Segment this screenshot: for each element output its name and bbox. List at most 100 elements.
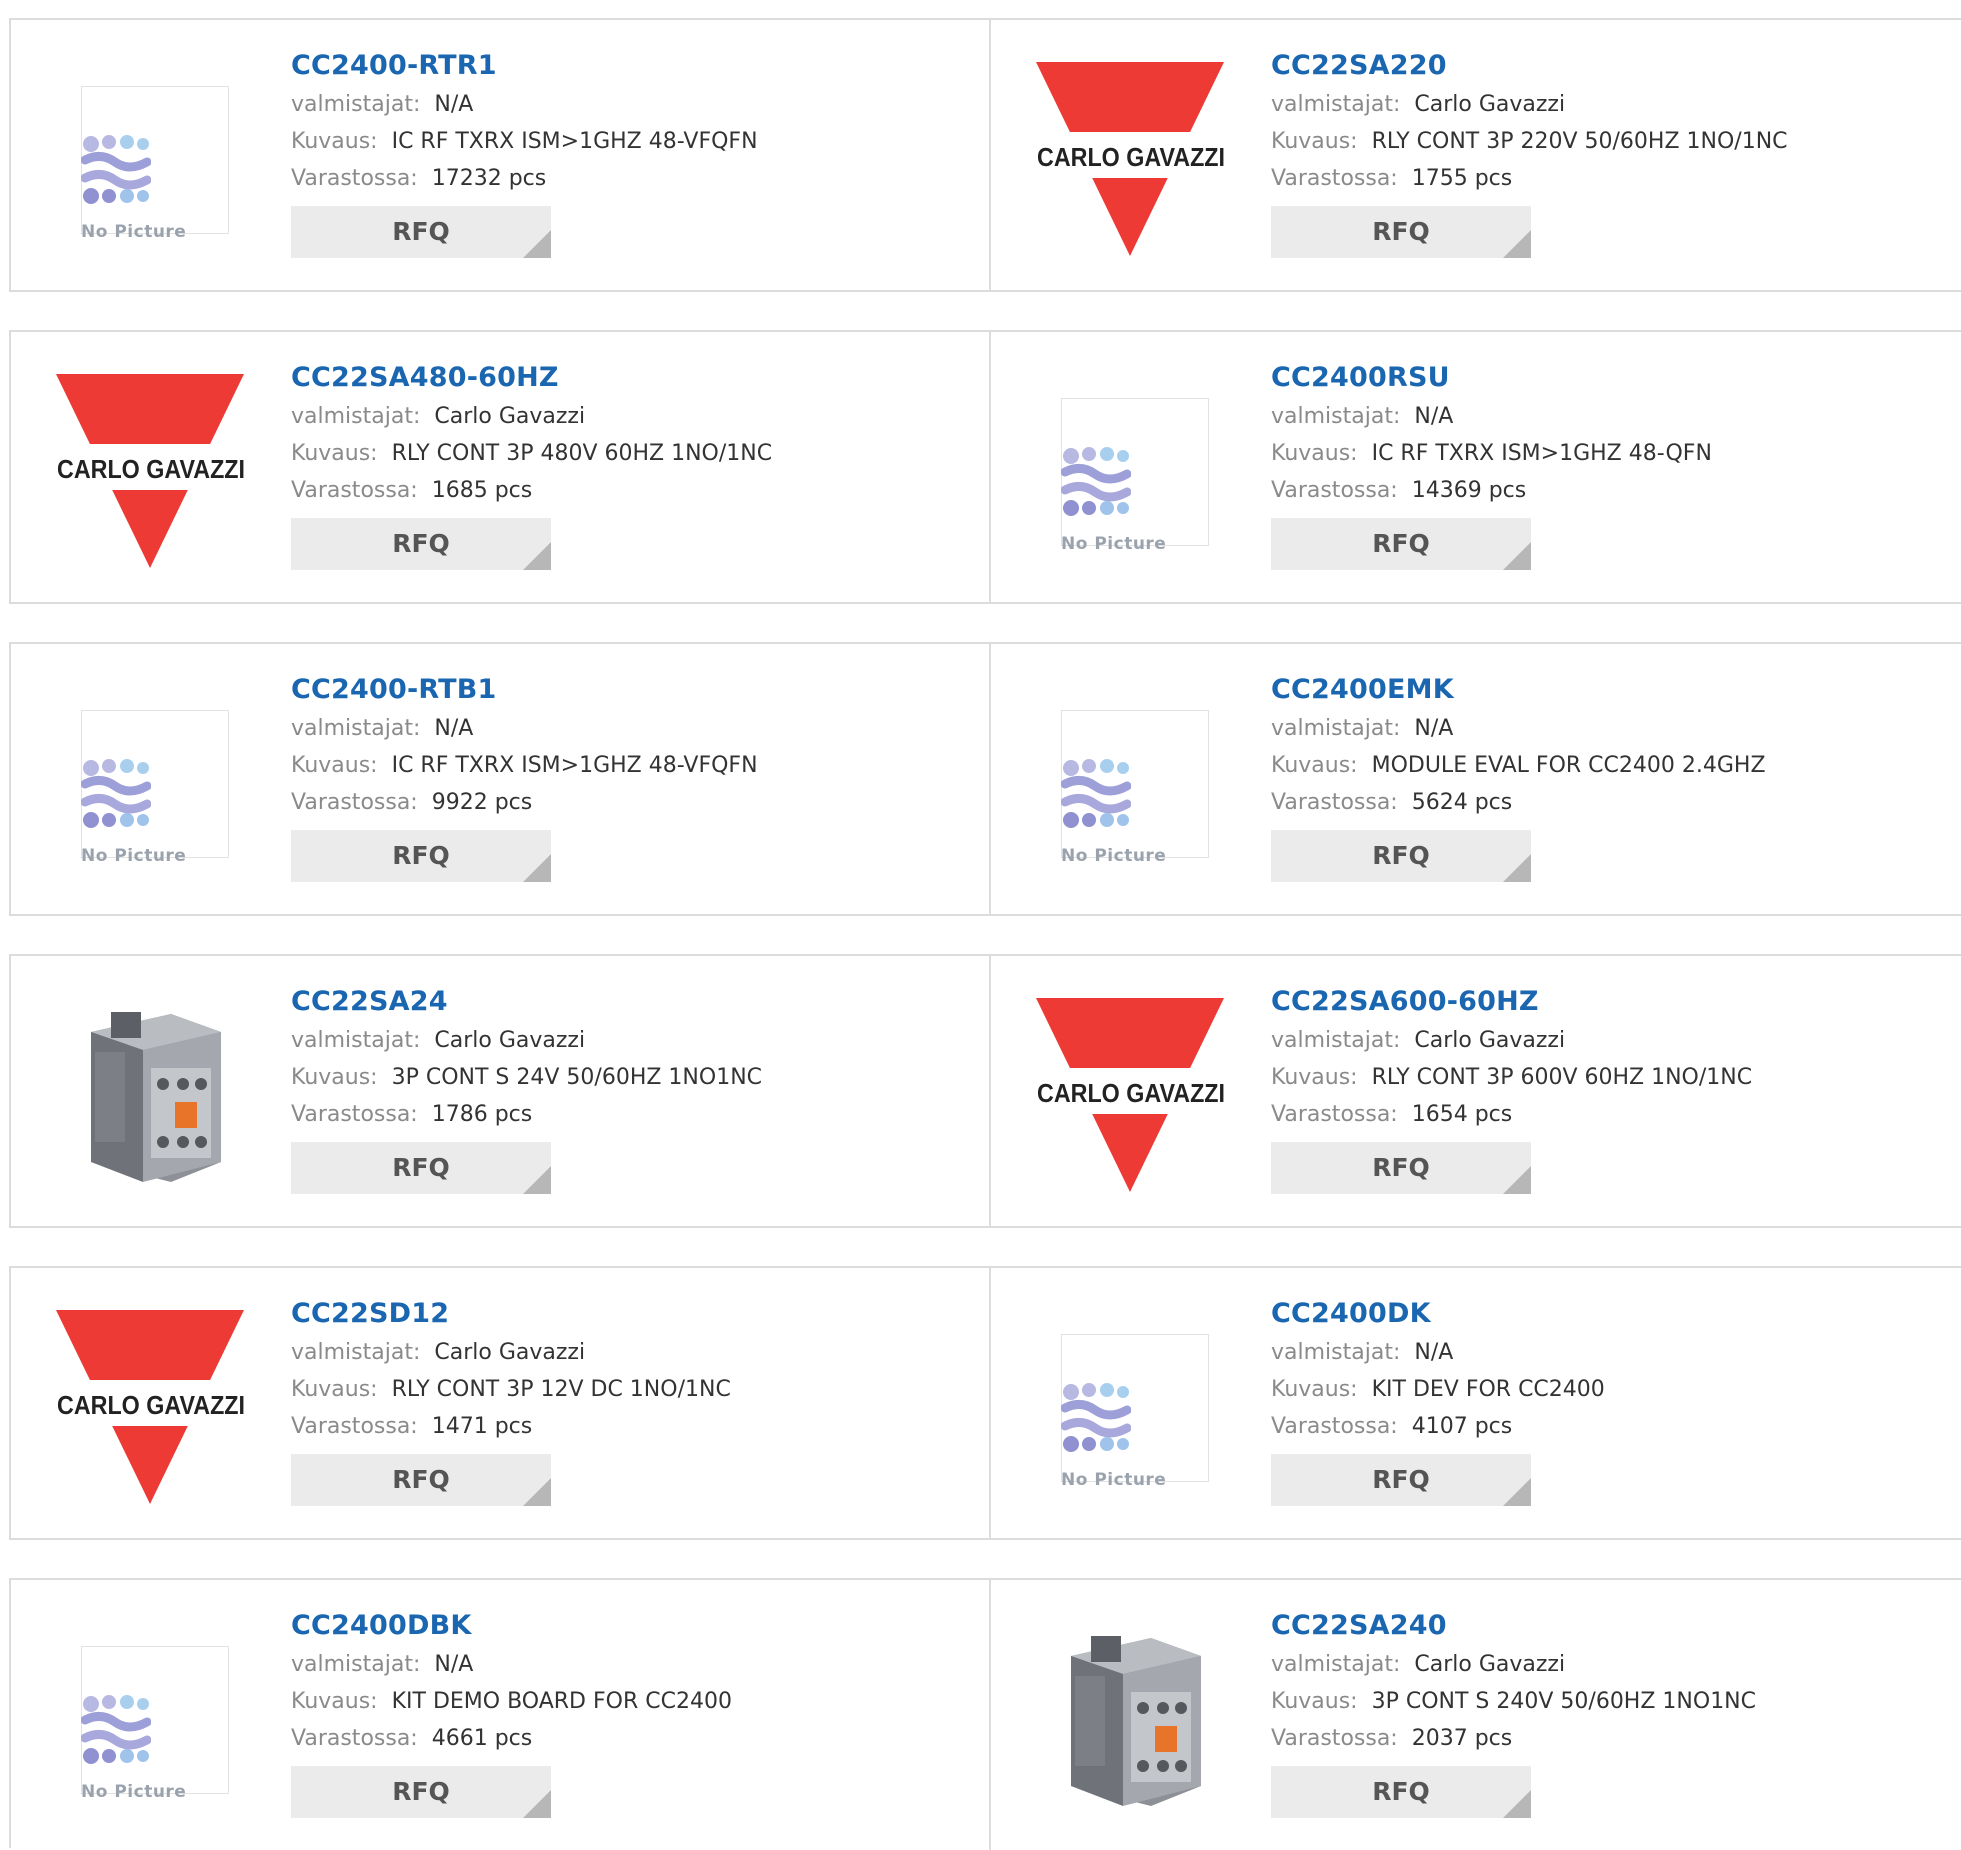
rfq-button[interactable]: RFQ	[291, 206, 551, 258]
part-number-link[interactable]: CC22SA24	[291, 984, 971, 1022]
product-row: CC22SA24 valmistajat: Carlo Gavazzi Kuvau…	[9, 954, 1961, 1228]
part-number-link[interactable]: CC22SD12	[291, 1296, 971, 1334]
stock-label: Varastossa:	[1271, 1414, 1398, 1439]
corner-arrow-icon	[1503, 1166, 1531, 1194]
product-card: CARLO GAVAZZI CC22SA600-60HZ valmistajat…	[989, 956, 1961, 1226]
stock-label: Varastossa:	[291, 790, 418, 815]
description-row: Kuvaus: IC RF TXRX ISM>1GHZ 48-VFQFN	[291, 123, 971, 160]
product-image[interactable]: CARLO GAVAZZI	[1031, 50, 1231, 260]
product-image[interactable]: CARLO GAVAZZI	[51, 1298, 251, 1508]
description-row: Kuvaus: 3P CONT S 240V 50/60HZ 1NO1NC	[1271, 1683, 1951, 1720]
corner-arrow-icon	[1503, 542, 1531, 570]
part-number-link[interactable]: CC2400-RTR1	[291, 48, 971, 86]
rfq-label: RFQ	[1372, 1777, 1430, 1806]
product-card: No Picture CC2400DBK valmistajat: N/A Kuv…	[11, 1580, 989, 1850]
manufacturer-row: valmistajat: Carlo Gavazzi	[291, 1334, 971, 1371]
stock-row: Varastossa: 1786 pcs	[291, 1096, 971, 1133]
description-value: 3P CONT S 240V 50/60HZ 1NO1NC	[1371, 1689, 1757, 1714]
product-row: CARLO GAVAZZI CC22SA480-60HZ valmistajat…	[9, 330, 1961, 604]
rfq-button[interactable]: RFQ	[1271, 1766, 1531, 1818]
stock-row: Varastossa: 1685 pcs	[291, 472, 971, 509]
stock-value: 9922 pcs	[431, 790, 533, 815]
manufacturer-row: valmistajat: N/A	[1271, 398, 1951, 435]
description-label: Kuvaus:	[1271, 1689, 1358, 1714]
part-number-link[interactable]: CC22SA240	[1271, 1608, 1951, 1646]
stock-value: 14369 pcs	[1411, 478, 1527, 503]
manufacturer-row: valmistajat: Carlo Gavazzi	[291, 1022, 971, 1059]
manufacturer-value: N/A	[1414, 1340, 1454, 1365]
no-picture-icon	[81, 135, 151, 204]
manufacturer-label: valmistajat:	[1271, 716, 1401, 741]
manufacturer-label: valmistajat:	[291, 716, 421, 741]
stock-value: 1755 pcs	[1411, 166, 1513, 191]
part-number-link[interactable]: CC22SA220	[1271, 48, 1951, 86]
rfq-label: RFQ	[1372, 1465, 1430, 1494]
stock-value: 1654 pcs	[1411, 1102, 1513, 1127]
product-card: No Picture CC2400-RTB1 valmistajat: N/A K…	[11, 644, 989, 914]
corner-arrow-icon	[523, 230, 551, 258]
rfq-button[interactable]: RFQ	[1271, 518, 1531, 570]
logo-text: CARLO GAVAZZI	[57, 1390, 245, 1420]
corner-arrow-icon	[1503, 230, 1531, 258]
description-label: Kuvaus:	[1271, 753, 1358, 778]
manufacturer-label: valmistajat:	[291, 1028, 421, 1053]
part-number-link[interactable]: CC2400-RTB1	[291, 672, 971, 710]
corner-arrow-icon	[523, 1166, 551, 1194]
stock-value: 4107 pcs	[1411, 1414, 1513, 1439]
product-image[interactable]: No Picture	[1031, 362, 1231, 572]
part-number-link[interactable]: CC2400DBK	[291, 1608, 971, 1646]
description-label: Kuvaus:	[1271, 1065, 1358, 1090]
manufacturer-row: valmistajat: Carlo Gavazzi	[291, 398, 971, 435]
product-image[interactable]: No Picture	[51, 674, 251, 884]
product-image[interactable]: CARLO GAVAZZI	[1031, 986, 1231, 1196]
rfq-button[interactable]: RFQ	[291, 830, 551, 882]
description-row: Kuvaus: RLY CONT 3P 600V 60HZ 1NO/1NC	[1271, 1059, 1951, 1096]
no-picture-icon	[1061, 447, 1131, 516]
rfq-button[interactable]: RFQ	[1271, 1142, 1531, 1194]
manufacturer-value: N/A	[1414, 404, 1454, 429]
product-image[interactable]: No Picture	[51, 1610, 251, 1820]
product-image[interactable]	[1031, 1610, 1231, 1820]
contactor-photo-icon	[91, 1012, 221, 1182]
rfq-button[interactable]: RFQ	[291, 1766, 551, 1818]
description-label: Kuvaus:	[291, 1689, 378, 1714]
description-value: RLY CONT 3P 480V 60HZ 1NO/1NC	[391, 441, 773, 466]
product-image[interactable]	[51, 986, 251, 1196]
description-row: Kuvaus: 3P CONT S 24V 50/60HZ 1NO1NC	[291, 1059, 971, 1096]
description-row: Kuvaus: KIT DEMO BOARD FOR CC2400	[291, 1683, 971, 1720]
product-image[interactable]: No Picture	[1031, 1298, 1231, 1508]
product-image[interactable]: No Picture	[1031, 674, 1231, 884]
manufacturer-row: valmistajat: Carlo Gavazzi	[1271, 1022, 1951, 1059]
rfq-button[interactable]: RFQ	[291, 1142, 551, 1194]
carlo-gavazzi-logo: CARLO GAVAZZI	[51, 1310, 251, 1504]
rfq-label: RFQ	[392, 1465, 450, 1494]
manufacturer-value: Carlo Gavazzi	[1414, 1028, 1566, 1053]
no-picture-label: No Picture	[1061, 534, 1167, 554]
stock-value: 1685 pcs	[431, 478, 533, 503]
part-number-link[interactable]: CC22SA600-60HZ	[1271, 984, 1951, 1022]
manufacturer-label: valmistajat:	[291, 1652, 421, 1677]
manufacturer-value: N/A	[434, 1652, 474, 1677]
part-number-link[interactable]: CC2400EMK	[1271, 672, 1951, 710]
part-number-link[interactable]: CC22SA480-60HZ	[291, 360, 971, 398]
description-label: Kuvaus:	[291, 441, 378, 466]
manufacturer-row: valmistajat: N/A	[291, 86, 971, 123]
rfq-button[interactable]: RFQ	[291, 1454, 551, 1506]
rfq-button[interactable]: RFQ	[1271, 206, 1531, 258]
part-number-link[interactable]: CC2400DK	[1271, 1296, 1951, 1334]
description-value: IC RF TXRX ISM>1GHZ 48-QFN	[1371, 441, 1712, 466]
manufacturer-row: valmistajat: N/A	[291, 710, 971, 747]
rfq-button[interactable]: RFQ	[291, 518, 551, 570]
part-number-link[interactable]: CC2400RSU	[1271, 360, 1951, 398]
description-label: Kuvaus:	[1271, 441, 1358, 466]
description-label: Kuvaus:	[1271, 1377, 1358, 1402]
rfq-button[interactable]: RFQ	[1271, 1454, 1531, 1506]
product-card: CC22SA24 valmistajat: Carlo Gavazzi Kuvau…	[11, 956, 989, 1226]
manufacturer-row: valmistajat: Carlo Gavazzi	[1271, 1646, 1951, 1683]
product-image[interactable]: CARLO GAVAZZI	[51, 362, 251, 572]
manufacturer-row: valmistajat: N/A	[291, 1646, 971, 1683]
rfq-button[interactable]: RFQ	[1271, 830, 1531, 882]
product-card: No Picture CC2400EMK valmistajat: N/A Kuv…	[989, 644, 1961, 914]
product-image[interactable]: No Picture	[51, 50, 251, 260]
manufacturer-value: Carlo Gavazzi	[434, 1028, 586, 1053]
